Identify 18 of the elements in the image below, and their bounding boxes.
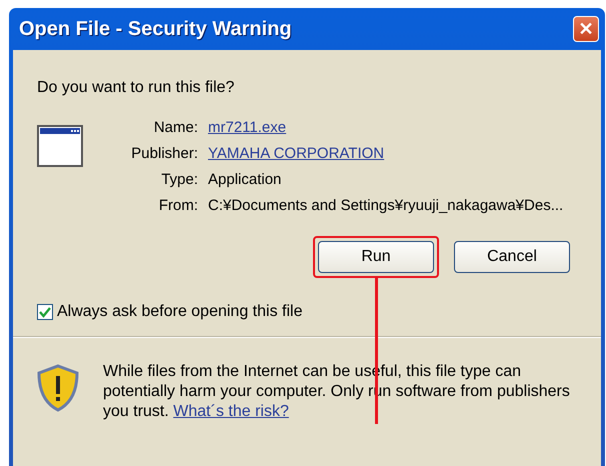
risk-link[interactable]: What´s the risk? <box>173 403 289 420</box>
field-label: Publisher: <box>130 145 198 162</box>
field-link[interactable]: YAMAHA CORPORATION <box>208 145 564 162</box>
question-text: Do you want to run this file? <box>37 79 236 97</box>
warning-shield-icon <box>37 364 79 412</box>
application-window-icon <box>37 125 83 167</box>
cancel-button[interactable]: Cancel <box>454 241 570 273</box>
field-value: Application <box>208 171 282 188</box>
run-button[interactable]: Run <box>318 241 434 273</box>
field-link[interactable]: mr7211.exe <box>208 119 564 136</box>
field-value: C:¥Documents and Settings¥ryuuji_nakagawa¥Des... <box>208 197 564 214</box>
field-label: From: <box>158 197 198 214</box>
field-label: Type: <box>160 171 198 188</box>
field-label: Name: <box>152 119 198 136</box>
close-button[interactable]: ✕ <box>573 16 599 42</box>
checkbox-label: Always ask before opening this file <box>57 303 302 321</box>
window-title: Open File - Security Warning <box>19 18 292 40</box>
checkbox[interactable] <box>37 304 53 320</box>
